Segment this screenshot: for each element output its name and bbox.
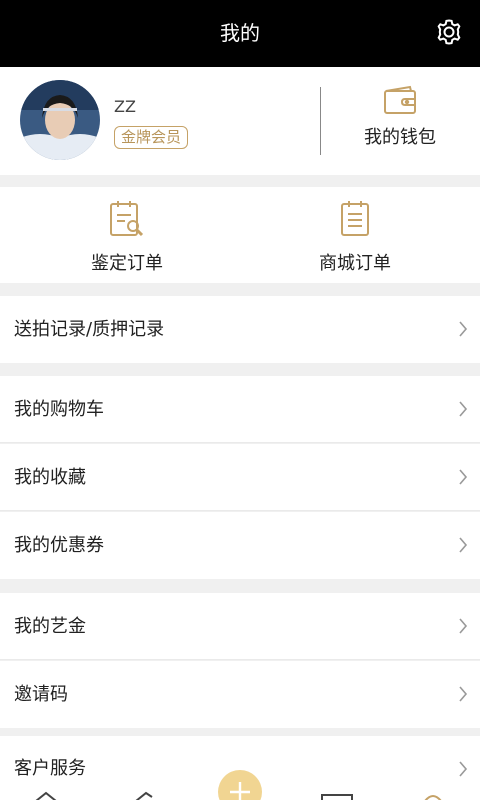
chevron-right-icon xyxy=(459,761,468,777)
username: ZZ xyxy=(114,97,136,116)
avatar[interactable] xyxy=(20,80,100,160)
profile-card: ZZ 金牌会员 我的钱包 xyxy=(0,67,480,175)
wallet-icon xyxy=(384,85,416,114)
add-icon xyxy=(218,770,262,800)
appraisal-order-icon xyxy=(110,201,144,237)
divider xyxy=(320,87,321,155)
menu-item-coupons[interactable]: 我的优惠券 xyxy=(0,512,480,579)
wallet-label: 我的钱包 xyxy=(364,127,436,148)
wallet-button[interactable]: 我的钱包 xyxy=(340,85,460,155)
menu-item-label: 我的优惠券 xyxy=(14,535,104,556)
chevron-right-icon xyxy=(459,618,468,634)
member-badge: 金牌会员 xyxy=(114,126,189,149)
chevron-right-icon xyxy=(459,401,468,417)
gear-icon[interactable] xyxy=(434,17,464,47)
menu-item-art-gold[interactable]: 我的艺金 xyxy=(0,593,480,660)
menu-item-cart[interactable]: 我的购物车 xyxy=(0,376,480,443)
appraisal-orders-button[interactable]: 鉴定订单 xyxy=(52,199,202,279)
chevron-right-icon xyxy=(459,469,468,485)
menu-item-favorites[interactable]: 我的收藏 xyxy=(0,444,480,511)
menu-item-label: 邀请码 xyxy=(14,684,68,705)
page-title: 我的 xyxy=(220,21,260,45)
menu-item-invite-code[interactable]: 邀请码 xyxy=(0,661,480,728)
menu-item-label: 送拍记录/质押记录 xyxy=(14,319,165,340)
appraisal-order-label: 鉴定订单 xyxy=(91,253,163,274)
message-icon[interactable] xyxy=(321,794,353,800)
menu-item-label: 我的购物车 xyxy=(14,399,104,420)
profile-icon[interactable] xyxy=(424,795,442,800)
mall-order-icon xyxy=(341,201,369,236)
home-icon[interactable] xyxy=(35,791,57,800)
category-icon[interactable] xyxy=(135,791,153,800)
chevron-right-icon xyxy=(459,686,468,702)
chevron-right-icon xyxy=(459,537,468,553)
menu-item-record[interactable]: 送拍记录/质押记录 xyxy=(0,296,480,363)
orders-section: 鉴定订单 商城订单 xyxy=(0,187,480,283)
mall-order-label: 商城订单 xyxy=(319,253,391,274)
chevron-right-icon xyxy=(459,321,468,337)
mall-orders-button[interactable]: 商城订单 xyxy=(280,199,430,279)
top-bar: 我的 xyxy=(0,0,480,67)
menu-item-label: 我的收藏 xyxy=(14,467,86,488)
menu-item-label: 我的艺金 xyxy=(14,616,86,637)
